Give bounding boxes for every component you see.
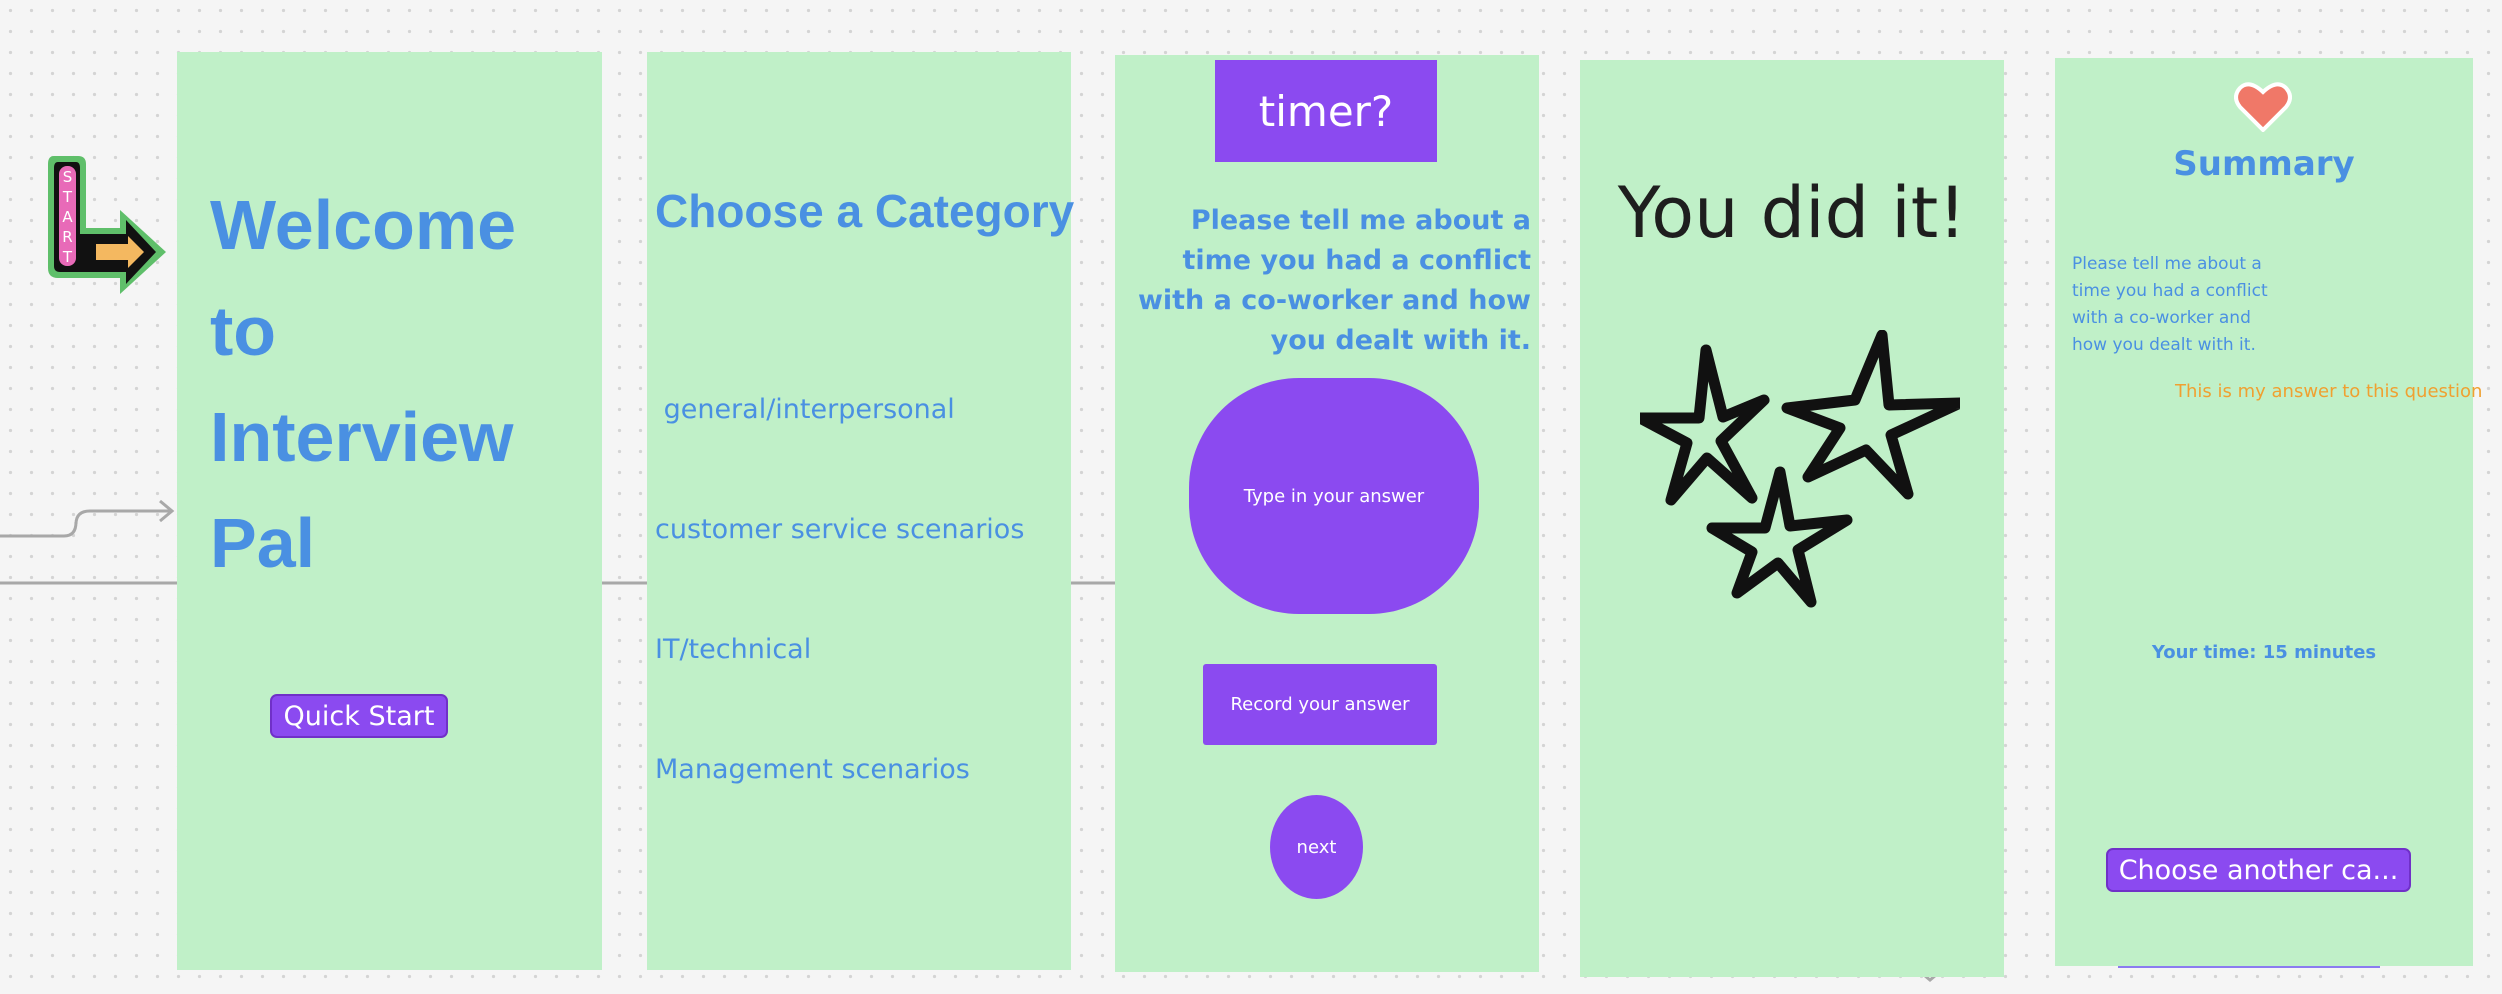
star-icon bbox=[1640, 344, 1770, 506]
summary-frame[interactable]: Summary Please tell me about a time you … bbox=[2055, 58, 2483, 966]
category-title: Choose a Category bbox=[655, 185, 1075, 237]
sticker-letter: A bbox=[62, 208, 73, 226]
timer-box[interactable]: timer? bbox=[1215, 60, 1437, 162]
answer-input[interactable]: Type in your answer bbox=[1189, 378, 1479, 614]
next-button[interactable]: next bbox=[1270, 795, 1363, 899]
category-option-management[interactable]: Management scenarios bbox=[655, 750, 1024, 790]
start-sticker: S T A R T bbox=[40, 148, 170, 298]
record-answer-button[interactable]: Record your answer bbox=[1203, 664, 1437, 745]
connector-start-to-welcome bbox=[0, 509, 170, 538]
category-option-customer-service[interactable]: customer service scenarios bbox=[655, 510, 1024, 550]
welcome-frame[interactable]: Welcome to Interview Pal Quick Start bbox=[177, 52, 602, 970]
summary-title: Summary bbox=[2173, 144, 2355, 184]
sticker-letter: T bbox=[62, 248, 73, 266]
success-title: You did it! bbox=[1617, 172, 1967, 254]
welcome-title-line: to bbox=[210, 292, 277, 370]
success-frame[interactable]: You did it! bbox=[1580, 60, 2004, 977]
timer-label: timer? bbox=[1258, 86, 1394, 136]
welcome-title-line: Welcome bbox=[210, 186, 517, 264]
summary-answer: This is my answer to this question bbox=[2175, 381, 2483, 402]
welcome-title: Welcome to Interview Pal bbox=[210, 172, 516, 596]
question-frame[interactable]: timer? Please tell me about a time you h… bbox=[1115, 55, 1539, 972]
category-list: general/interpersonal customer service s… bbox=[655, 310, 1024, 870]
welcome-title-line: Interview bbox=[210, 398, 514, 476]
category-frame[interactable]: Choose a Category general/interpersonal … bbox=[647, 52, 1075, 970]
star-icon bbox=[1706, 466, 1853, 608]
star-icon bbox=[1781, 330, 1960, 500]
choose-another-category-button[interactable]: Choose another ca... bbox=[2106, 848, 2411, 892]
sticker-letter: R bbox=[62, 228, 73, 246]
sticker-letter: S bbox=[62, 168, 73, 186]
answer-placeholder: Type in your answer bbox=[1243, 485, 1425, 507]
summary-question: Please tell me about a time you had a co… bbox=[2072, 254, 2268, 355]
quick-start-button[interactable]: Quick Start bbox=[270, 694, 448, 738]
connector-arrowhead bbox=[159, 499, 175, 523]
stars-icon bbox=[1640, 330, 1960, 608]
category-option-it-technical[interactable]: IT/technical bbox=[655, 630, 1024, 670]
summary-time: Your time: 15 minutes bbox=[2151, 642, 2377, 663]
sticker-letter: T bbox=[62, 188, 73, 206]
welcome-title-line: Pal bbox=[210, 504, 316, 582]
category-option-general[interactable]: general/interpersonal bbox=[655, 390, 1024, 430]
question-text: Please tell me about a time you had a co… bbox=[1137, 205, 1531, 356]
heart-icon bbox=[2234, 82, 2292, 132]
